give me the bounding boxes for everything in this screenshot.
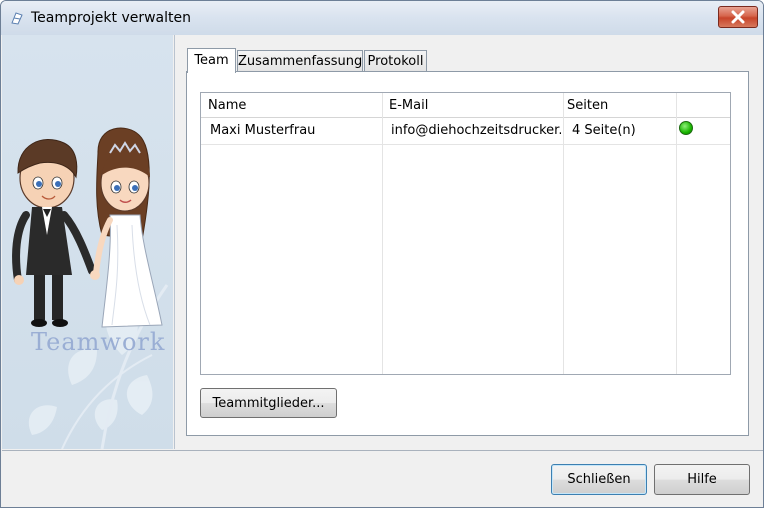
column-header-pages[interactable]: Seiten <box>567 93 675 118</box>
cell-email: info@diehochzeitsdrucker... <box>391 123 561 138</box>
tab-zusammenfassung[interactable]: Zusammenfassung <box>237 50 363 72</box>
team-members-button[interactable]: Teammitglieder... <box>200 388 337 418</box>
app-icon <box>11 12 23 25</box>
close-icon <box>731 10 745 24</box>
title-bar[interactable]: Teamprojekt verwalten <box>1 1 763 35</box>
status-online-icon <box>679 121 693 135</box>
header-divider <box>201 117 730 118</box>
cell-pages: 4 Seite(n) <box>572 123 636 138</box>
column-divider <box>676 93 677 374</box>
side-banner: Teamwork <box>2 35 173 449</box>
couple-illustration <box>12 127 169 449</box>
footer <box>2 451 763 507</box>
column-divider <box>382 93 383 374</box>
tab-protokoll[interactable]: Protokoll <box>364 50 427 72</box>
column-header-email[interactable]: E-Mail <box>389 93 563 118</box>
column-header-name[interactable]: Name <box>208 93 383 118</box>
row-divider <box>201 144 730 145</box>
window-close-button[interactable] <box>718 6 758 28</box>
tab-team[interactable]: Team <box>187 48 236 73</box>
cell-name: Maxi Musterfrau <box>210 123 316 138</box>
column-divider <box>563 93 564 374</box>
sidebar-caption: Teamwork <box>31 328 166 356</box>
close-dialog-button[interactable]: Schließen <box>551 464 647 495</box>
window-title: Teamprojekt verwalten <box>31 10 192 26</box>
column-header-status[interactable] <box>679 93 729 118</box>
help-button[interactable]: Hilfe <box>654 464 750 495</box>
team-table[interactable]: Name E-Mail Seiten Maxi Musterfrau info@… <box>200 92 731 375</box>
